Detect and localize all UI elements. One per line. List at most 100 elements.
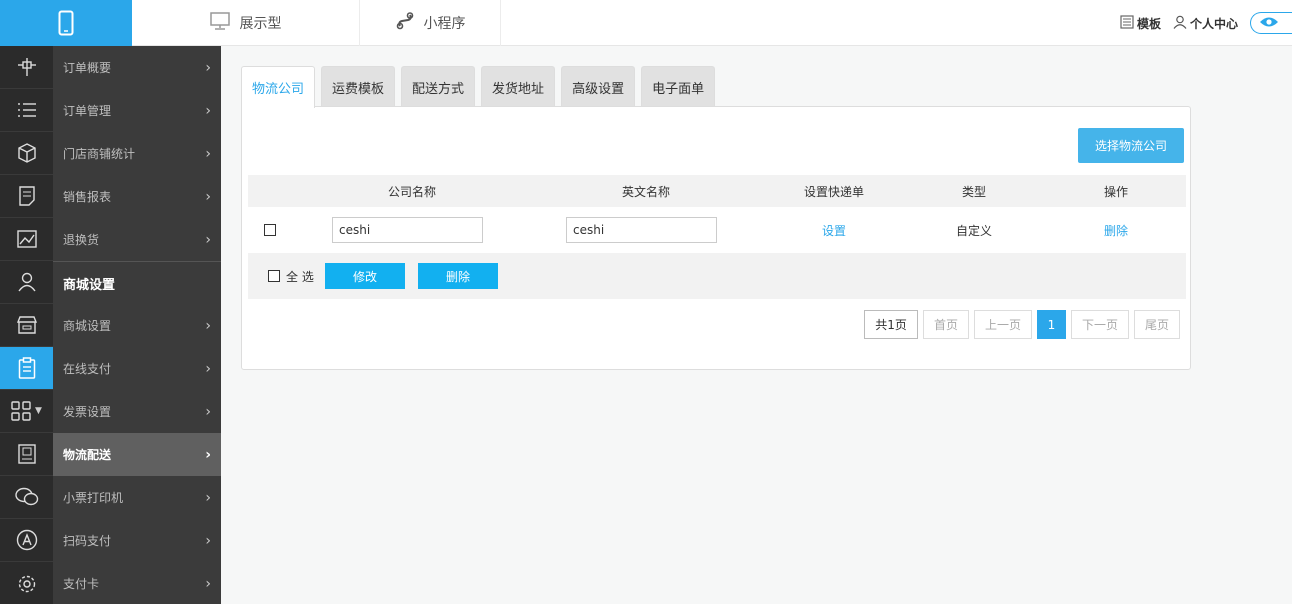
cube-icon[interactable] [0,132,53,175]
sidebar-item-order-management[interactable]: 订单管理 › [53,89,221,132]
wechat-icon[interactable] [0,476,53,519]
sidebar-item-pay-card[interactable]: 支付卡 › [53,562,221,604]
select-all-label: 全 选 [286,269,314,284]
logistics-panel: 选择物流公司 公司名称 英文名称 设置快递单 类型 操作 ceshi ceshi… [241,106,1191,370]
sidebar-item-sales-report[interactable]: 销售报表 › [53,175,221,218]
sidebar-item-invoice-settings[interactable]: 发票设置 › [53,390,221,433]
sidebar-icon-column: ▼ [0,46,53,604]
sidebar-item-label: 物流配送 [63,448,112,462]
tab-shipping-template[interactable]: 运费模板 [321,66,396,107]
chevron-right-icon: › [205,188,211,205]
chevron-right-icon: › [205,446,211,463]
company-name-cell: ceshi [332,207,483,253]
sidebar-item-label: 商城设置 [63,319,112,333]
sidebar-menu: 订单概要 › 订单管理 › 门店商铺统计 › 销售报表 › 退换货 › 商城设置 商城设置… [53,46,221,604]
page-first-button[interactable]: 首页 [922,310,969,339]
modify-button[interactable]: 修改 [325,263,405,289]
appstore-icon[interactable] [0,519,53,562]
chevron-right-icon: › [205,317,211,334]
clipboard-icon[interactable] [0,347,53,390]
set-waybill-link[interactable]: 设置 [788,207,880,253]
caret-down-icon: ▼ [35,406,42,416]
user-icon [1173,15,1187,32]
page-total: 共1页 [864,310,918,339]
mini-program-icon [396,12,414,34]
select-all-checkbox[interactable] [268,270,280,282]
crosshair-icon[interactable] [0,46,53,89]
user-center-label: 个人中心 [1189,16,1238,31]
bulk-delete-button[interactable]: 删除 [418,263,498,289]
sidebar-item-label: 扫码支付 [63,534,112,548]
page-current[interactable]: 1 [1036,310,1066,339]
bulk-action-bar: 全 选 修改 删除 [248,253,1186,299]
col-type: 类型 [961,184,986,199]
checkbox[interactable] [264,224,276,236]
sidebar-item-returns[interactable]: 退换货 › [53,218,221,261]
col-company-name: 公司名称 [387,184,436,199]
sidebar-section-title: 商城设置 [53,261,221,304]
grid-icon[interactable]: ▼ [0,390,53,433]
english-name-input[interactable]: ceshi [566,217,717,243]
image-chart-icon[interactable] [0,218,53,261]
sidebar-item-label: 订单管理 [63,104,112,118]
list-icon[interactable] [0,89,53,132]
tab-advanced-settings[interactable]: 高级设置 [561,66,636,107]
tab-e-waybill[interactable]: 电子面单 [641,66,716,107]
nav-display-type[interactable]: 展示型 [132,0,360,46]
chevron-right-icon: › [205,403,211,420]
gear-icon[interactable] [0,562,53,604]
company-name-input[interactable]: ceshi [332,217,483,243]
logistics-table: 公司名称 英文名称 设置快递单 类型 操作 ceshi ceshi 设置 自定义… [248,175,1186,299]
sidebar-item-label: 发票设置 [63,405,112,419]
chevron-right-icon: › [205,360,211,377]
english-name-cell: ceshi [566,207,717,253]
row-checkbox[interactable] [258,207,282,253]
store-icon[interactable] [0,304,53,347]
page-prev-button[interactable]: 上一页 [973,310,1032,339]
pagination: 共1页 首页 上一页 1 下一页 尾页 [864,310,1180,339]
book-icon[interactable] [0,433,53,476]
mobile-phone-icon[interactable] [0,0,132,46]
tab-ship-address[interactable]: 发货地址 [481,66,556,107]
chevron-right-icon: › [205,231,211,248]
select-all[interactable]: 全 选 [268,253,328,299]
nav-mini-program[interactable]: 小程序 [361,0,501,46]
col-english-name: 英文名称 [621,184,670,199]
user-icon[interactable] [0,261,53,304]
sidebar-item-logistics[interactable]: 物流配送 › [53,433,221,476]
settings-tabs: 物流公司 运费模板 配送方式 发货地址 高级设置 电子面单 [241,66,716,108]
page-next-button[interactable]: 下一页 [1070,310,1129,339]
tab-logistics-company[interactable]: 物流公司 [241,66,316,108]
table-header: 公司名称 英文名称 设置快递单 类型 操作 [248,175,1186,207]
sidebar-item-label: 门店商铺统计 [63,147,136,161]
chevron-right-icon: › [205,575,211,592]
delete-link[interactable]: 删除 [1070,207,1162,253]
report-icon[interactable] [0,175,53,218]
chevron-right-icon: › [205,145,211,162]
eye-icon [1259,16,1279,31]
chevron-right-icon: › [205,102,211,119]
sidebar-item-mall-settings[interactable]: 商城设置 › [53,304,221,347]
chevron-right-icon: › [205,532,211,549]
template-link[interactable]: 模板 [1120,14,1161,32]
table-row: ceshi ceshi 设置 自定义 删除 [248,207,1186,253]
sidebar-item-scan-pay[interactable]: 扫码支付 › [53,519,221,562]
template-icon [1120,14,1134,32]
user-center-link[interactable]: 个人中心 [1173,15,1238,32]
chevron-right-icon: › [205,489,211,506]
monitor-icon [209,12,230,34]
sidebar-item-order-overview[interactable]: 订单概要 › [53,46,221,89]
sidebar-item-label: 订单概要 [63,61,112,75]
col-actions: 操作 [1103,184,1128,199]
nav-mini-program-label: 小程序 [423,16,466,32]
tab-delivery-method[interactable]: 配送方式 [401,66,476,107]
sidebar-item-store-stats[interactable]: 门店商铺统计 › [53,132,221,175]
sidebar-item-label: 销售报表 [63,190,112,204]
preview-button[interactable] [1250,12,1292,34]
nav-display-label: 展示型 [239,16,282,32]
chevron-right-icon: › [205,59,211,76]
page-last-button[interactable]: 尾页 [1133,310,1180,339]
sidebar-item-receipt-printer[interactable]: 小票打印机 › [53,476,221,519]
choose-logistics-button[interactable]: 选择物流公司 [1078,128,1184,163]
sidebar-item-online-payment[interactable]: 在线支付 › [53,347,221,390]
